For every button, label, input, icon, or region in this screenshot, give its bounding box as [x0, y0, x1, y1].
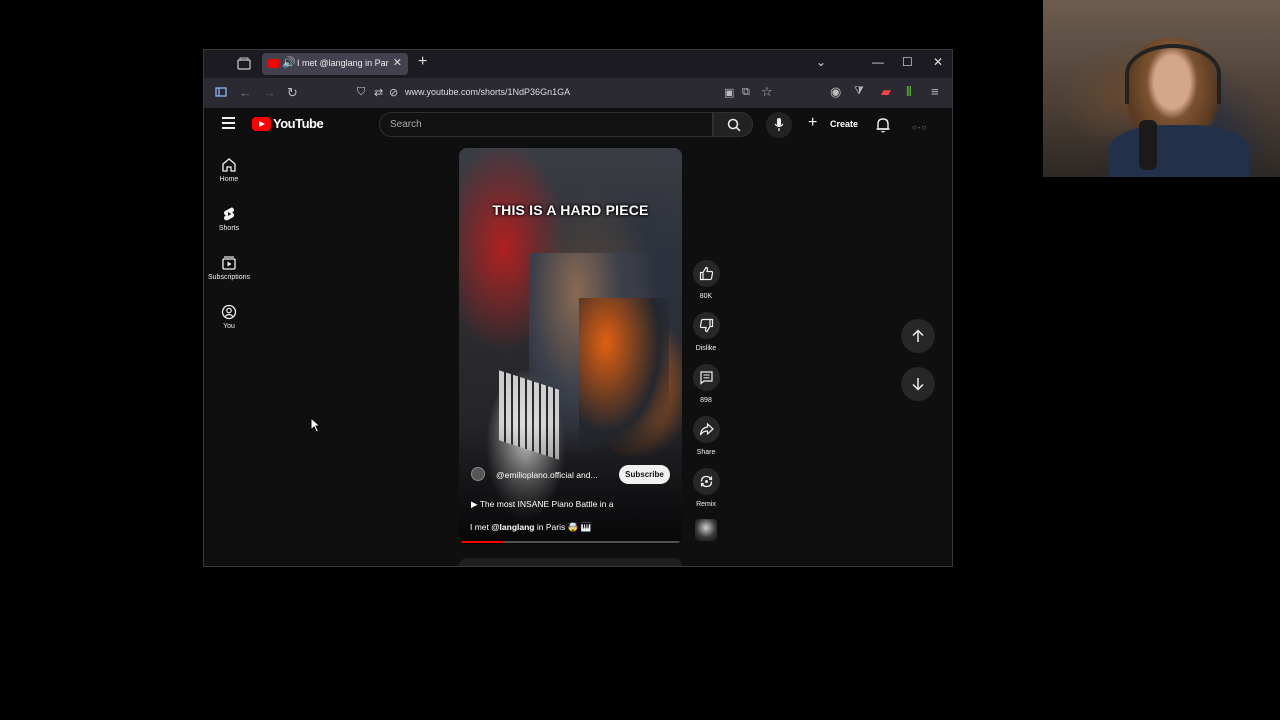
- avatar-loading-icon[interactable]: ○-○: [912, 123, 927, 132]
- sidebar-item-subscriptions[interactable]: Subscriptions: [204, 255, 254, 295]
- like-button[interactable]: 80K: [692, 260, 720, 300]
- short-title-handle[interactable]: @langlang: [491, 522, 534, 532]
- browser-window: 🔊 I met @langlang in Paris 🤯 ✕ + ⌄ — ☐ ✕…: [203, 49, 953, 567]
- share-label: Share: [696, 449, 716, 456]
- channel-avatar[interactable]: [471, 467, 485, 481]
- arrow-up-icon: [912, 329, 924, 342]
- shorts-icon: [223, 207, 235, 221]
- share-icon: [699, 422, 714, 436]
- previous-short-button[interactable]: [901, 319, 935, 353]
- youtube-wordmark: YouTube: [273, 116, 324, 131]
- sidebar-item-you[interactable]: You: [204, 304, 254, 344]
- comments-count: 898: [700, 397, 712, 404]
- voice-search-button[interactable]: [766, 112, 792, 138]
- microphone-icon: [774, 118, 784, 131]
- url-bar[interactable]: ⛉ ⇄ ⊘ www.youtube.com/shorts/1NdP36Gn1GA: [352, 82, 782, 104]
- shield-icon[interactable]: ⛉: [357, 86, 365, 99]
- create-label: Create: [830, 119, 859, 129]
- subscribe-button[interactable]: Subscribe: [619, 465, 670, 484]
- guide-menu-icon[interactable]: [222, 117, 235, 129]
- tab-list-icon[interactable]: ⌄: [816, 55, 826, 69]
- next-short-preview[interactable]: [459, 558, 682, 566]
- nav-bar: ← → ↻ ⛉ ⇄ ⊘ www.youtube.com/shorts/1NdP3…: [204, 78, 952, 108]
- notifications-bell-icon[interactable]: [874, 116, 892, 134]
- short-title[interactable]: I met @langlang in Paris 🤯 🎹: [470, 522, 591, 533]
- search-button[interactable]: [713, 112, 753, 137]
- sidebar-toggle-icon[interactable]: [215, 86, 227, 98]
- sidebar-label-subscriptions: Subscriptions: [207, 274, 251, 281]
- webcam-overlay: [1043, 0, 1280, 177]
- remix-label: Remix: [696, 501, 716, 508]
- youtube-play-icon: [252, 117, 271, 131]
- short-title-prefix: I met: [470, 522, 492, 532]
- tab-bar: 🔊 I met @langlang in Paris 🤯 ✕ + ⌄ — ☐ ✕: [204, 50, 952, 78]
- reader-view-icon[interactable]: ▣: [724, 86, 734, 99]
- arrow-down-icon: [912, 378, 924, 391]
- reload-button[interactable]: ↻: [287, 85, 298, 101]
- tab-manager-icon[interactable]: [236, 56, 252, 72]
- new-tab-button[interactable]: +: [418, 53, 427, 71]
- sidebar-label-you: You: [223, 323, 235, 330]
- home-icon: [222, 158, 236, 172]
- extension-red-icon[interactable]: ▰: [881, 84, 891, 100]
- subscriptions-icon: [222, 256, 236, 270]
- permissions-icon[interactable]: ⇄: [374, 86, 383, 99]
- remix-button[interactable]: Remix: [692, 468, 720, 508]
- mute-permission-icon[interactable]: ⊘: [389, 86, 398, 99]
- webcam-person-body: [1109, 125, 1249, 177]
- short-title-suffix: in Paris 🤯 🎹: [534, 522, 592, 532]
- dislike-label: Dislike: [695, 345, 717, 352]
- close-tab-icon[interactable]: ✕: [393, 56, 402, 69]
- youtube-favicon-icon: [268, 59, 279, 68]
- close-window-button[interactable]: ✕: [933, 55, 943, 69]
- next-short-button[interactable]: [901, 367, 935, 401]
- tab-title: I met @langlang in Paris 🤯: [297, 58, 389, 68]
- thumbs-down-icon: [699, 318, 713, 333]
- share-button[interactable]: Share: [692, 416, 720, 456]
- short-description[interactable]: ▶ The most INSANE Piano Battle in a: [471, 499, 613, 510]
- thumbs-up-icon: [699, 266, 713, 281]
- sidebar-label-shorts: Shorts: [218, 225, 240, 232]
- video-overlay-caption: THIS IS A HARD PIECE: [492, 202, 649, 218]
- speaker-icon[interactable]: 🔊: [282, 56, 296, 69]
- comments-button[interactable]: 898: [692, 364, 720, 404]
- search-placeholder: Search: [390, 119, 422, 130]
- sidebar-label-home: Home: [219, 176, 239, 183]
- pip-icon[interactable]: ⧉: [742, 86, 750, 99]
- forward-button[interactable]: →: [263, 85, 276, 100]
- mouse-cursor-icon: [310, 417, 322, 433]
- sidebar-item-shorts[interactable]: Shorts: [204, 206, 254, 246]
- bookmark-star-icon[interactable]: ☆: [761, 84, 773, 100]
- webcam-microphone: [1139, 120, 1157, 170]
- short-video-player[interactable]: THIS IS A HARD PIECE @emilioplano.offici…: [459, 148, 682, 544]
- plus-icon: +: [808, 114, 818, 131]
- url-text: www.youtube.com/shorts/1NdP36Gn1GA: [405, 87, 571, 97]
- youtube-header: YouTube Search + Create ○-○: [204, 108, 952, 142]
- video-progress-fill: [459, 541, 504, 543]
- you-icon: [221, 304, 237, 320]
- extension-bars-icon[interactable]: ⦀: [906, 84, 912, 100]
- back-button[interactable]: ←: [239, 85, 252, 100]
- webcam-headset: [1125, 44, 1221, 104]
- dislike-button[interactable]: Dislike: [692, 312, 720, 352]
- like-count: 80K: [699, 293, 713, 300]
- extensions-icon[interactable]: ⧩: [854, 85, 864, 98]
- search-input[interactable]: Search: [379, 112, 713, 137]
- minimize-button[interactable]: —: [872, 55, 884, 69]
- maximize-button[interactable]: ☐: [902, 55, 913, 69]
- comment-icon: [699, 371, 713, 385]
- sound-thumbnail[interactable]: [695, 519, 717, 541]
- video-progress-bar[interactable]: [459, 541, 682, 543]
- tab-active[interactable]: 🔊 I met @langlang in Paris 🤯 ✕: [262, 53, 408, 75]
- remix-icon: [700, 475, 712, 488]
- sidebar-item-home[interactable]: Home: [204, 157, 254, 197]
- search-icon: [727, 118, 741, 132]
- create-button[interactable]: + Create: [802, 112, 862, 138]
- channel-name[interactable]: @emilioplano.official and...: [496, 470, 598, 480]
- menu-icon[interactable]: ≡: [931, 84, 939, 99]
- account-icon[interactable]: ◉: [830, 84, 841, 100]
